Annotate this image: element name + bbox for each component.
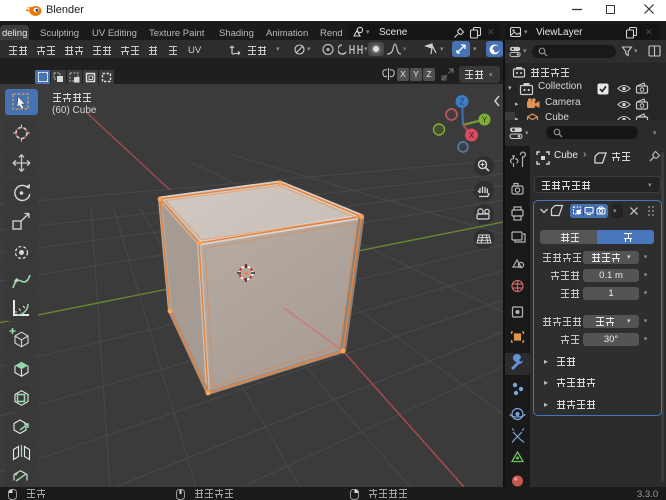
svg-text:Z: Z <box>460 98 465 107</box>
svg-text:X: X <box>469 131 475 140</box>
svg-text:Y: Y <box>482 116 488 125</box>
